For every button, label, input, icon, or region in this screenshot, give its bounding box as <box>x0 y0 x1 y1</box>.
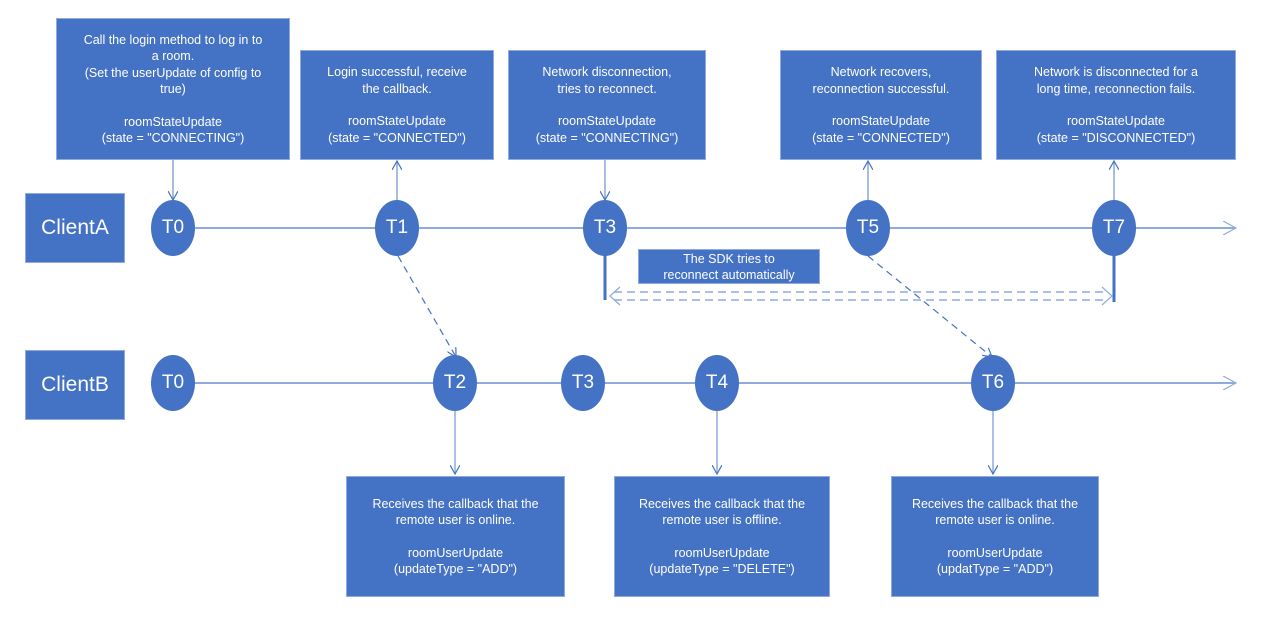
event-desc-line: Receives the callback that the <box>638 496 806 511</box>
event-box-user-online: Receives the callback that the remote us… <box>346 476 565 597</box>
event-param: (updateType = "ADD") <box>393 562 518 576</box>
sdk-note-line: The SDK tries to <box>683 251 775 266</box>
client-a-node-t7: T7 <box>1092 200 1136 256</box>
event-box-user-offline: Receives the callback that the remote us… <box>614 476 830 597</box>
event-callback: roomStateUpdate <box>124 114 222 129</box>
event-desc-line: Receives the callback that the <box>372 496 539 511</box>
sdk-reconnect-note: The SDK tries to reconnect automatically <box>638 249 820 284</box>
event-param: (state = "DISCONNECTED") <box>1036 130 1196 145</box>
event-desc-line: remote user is offline. <box>662 513 782 527</box>
event-desc-line: Receives the callback that the <box>911 496 1079 511</box>
event-box-login: Call the login method to log in to a roo… <box>56 18 290 160</box>
event-desc-line: the callback. <box>362 81 432 96</box>
dashed-arrow-a-t5-to-b-t6 <box>867 255 992 357</box>
reconnect-span-right-head <box>1101 286 1113 306</box>
event-desc-line: Login successful, receive <box>327 65 467 79</box>
event-desc-line: remote user is online. <box>395 513 516 527</box>
event-desc-line: tries to reconnect. <box>557 81 657 96</box>
event-param: (updateType = "DELETE") <box>649 562 795 576</box>
event-param: (state = "CONNECTING") <box>101 131 245 145</box>
client-b-label: ClientB <box>25 350 125 420</box>
event-desc-line: (Set the userUpdate of config to <box>84 65 262 80</box>
event-desc-line: true) <box>160 82 186 96</box>
sdk-note-line: reconnect automatically <box>663 267 795 282</box>
event-desc-line: Network recovers, <box>830 65 932 79</box>
client-b-node-t3: T3 <box>561 355 605 411</box>
client-b-node-t2: T2 <box>433 355 477 411</box>
event-box-network-recovers: Network recovers, reconnection successfu… <box>780 50 982 160</box>
event-param: (state = "CONNECTED") <box>328 130 466 145</box>
event-desc-line: Network disconnection, <box>542 65 672 79</box>
event-desc-line: a room. <box>151 49 195 63</box>
event-callback: roomStateUpdate <box>832 114 930 128</box>
event-callback: roomStateUpdate <box>1067 114 1165 128</box>
event-box-login-success: Login successful, receive the callback. … <box>300 50 494 160</box>
dashed-arrow-a-t1-to-b-t2 <box>397 255 456 357</box>
event-box-user-online-again: Receives the callback that the remote us… <box>891 476 1099 597</box>
event-param: (updatType = "ADD") <box>936 562 1054 576</box>
event-callback: roomStateUpdate <box>348 114 446 128</box>
event-callback: roomUserUpdate <box>674 545 770 560</box>
client-a-node-t0: T0 <box>151 200 195 256</box>
event-param: (state = "CONNECTING") <box>535 130 679 145</box>
event-param: (state = "CONNECTED") <box>812 130 950 145</box>
event-callback: roomStateUpdate <box>558 114 656 128</box>
client-b-node-t4: T4 <box>695 355 739 411</box>
reconnect-span-arrow <box>614 291 1108 301</box>
reconnect-span-left-head <box>609 286 621 306</box>
client-a-node-t3: T3 <box>583 200 627 256</box>
client-b-node-t6: T6 <box>971 355 1015 411</box>
event-desc-line: Call the login method to log in to <box>83 32 263 47</box>
event-callback: roomUserUpdate <box>947 545 1043 560</box>
client-a-label: ClientA <box>25 193 125 263</box>
event-callback: roomUserUpdate <box>407 545 504 560</box>
event-box-network-disconnect: Network disconnection, tries to reconnec… <box>508 50 706 160</box>
client-a-node-t1: T1 <box>375 200 419 256</box>
event-desc-line: reconnection successful. <box>812 81 950 96</box>
event-desc-line: long time, reconnection fails. <box>1036 81 1196 96</box>
client-a-node-t5: T5 <box>846 200 890 256</box>
event-desc-line: Network is disconnected for a <box>1034 65 1198 79</box>
event-box-reconnect-fails: Network is disconnected for a long time,… <box>996 50 1236 160</box>
event-desc-line: remote user is online. <box>935 513 1055 527</box>
client-b-node-t0: T0 <box>151 355 195 411</box>
